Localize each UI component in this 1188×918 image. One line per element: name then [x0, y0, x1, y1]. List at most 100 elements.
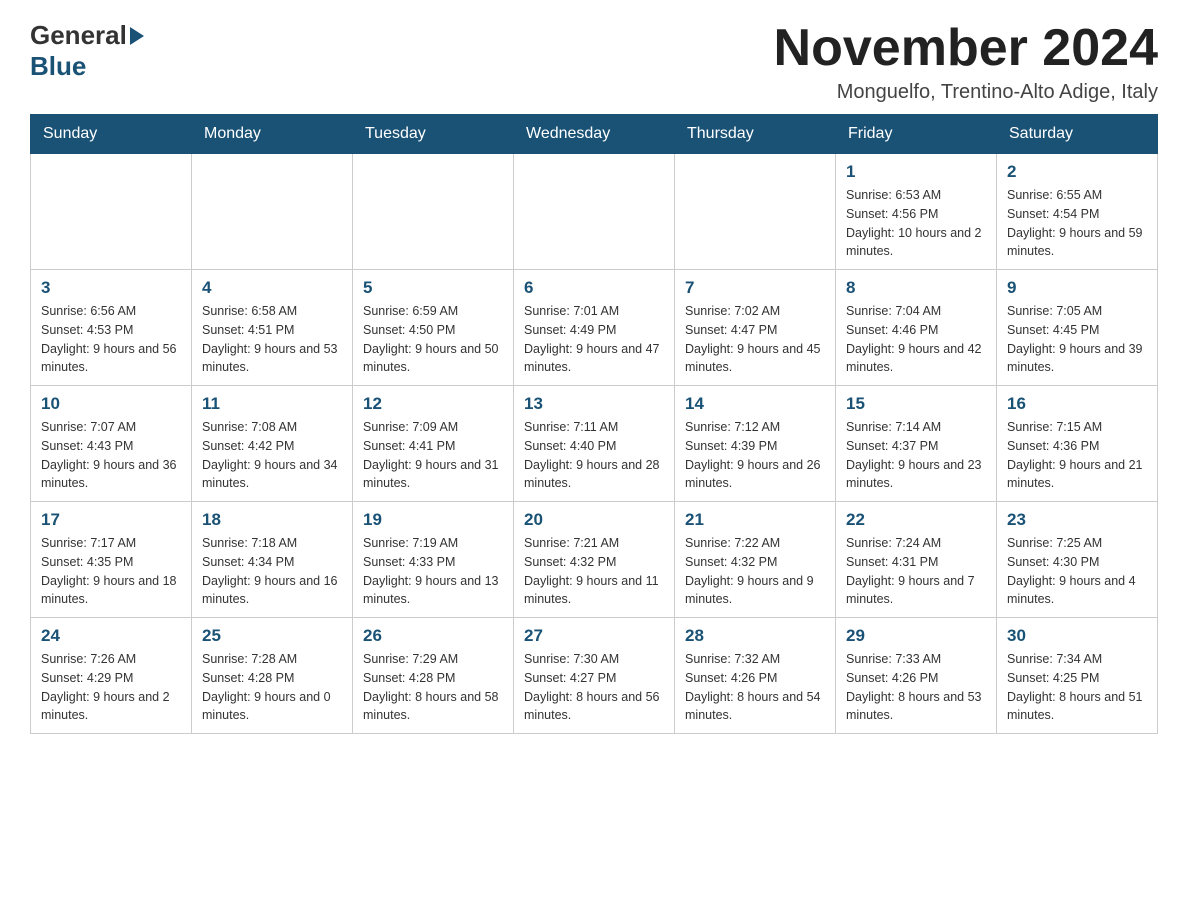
calendar-cell: 2 Sunrise: 6:55 AMSunset: 4:54 PMDaylight… [997, 154, 1158, 270]
day-info: Sunrise: 7:28 AMSunset: 4:28 PMDaylight:… [202, 650, 342, 725]
day-number: 12 [363, 394, 503, 414]
day-number: 26 [363, 626, 503, 646]
logo-general-text: General [30, 20, 146, 51]
weekday-header: Friday [836, 115, 997, 154]
calendar-cell: 1 Sunrise: 6:53 AMSunset: 4:56 PMDaylight… [836, 154, 997, 270]
calendar-cell: 26 Sunrise: 7:29 AMSunset: 4:28 PMDayligh… [353, 618, 514, 734]
day-info: Sunrise: 6:55 AMSunset: 4:54 PMDaylight:… [1007, 186, 1147, 261]
day-info: Sunrise: 6:56 AMSunset: 4:53 PMDaylight:… [41, 302, 181, 377]
month-title: November 2024 [774, 20, 1158, 77]
day-number: 1 [846, 162, 986, 182]
calendar-table: SundayMondayTuesdayWednesdayThursdayFrid… [30, 114, 1158, 734]
day-number: 10 [41, 394, 181, 414]
logo-triangle-icon [130, 27, 144, 45]
day-number: 9 [1007, 278, 1147, 298]
day-number: 2 [1007, 162, 1147, 182]
day-number: 27 [524, 626, 664, 646]
calendar-cell [31, 154, 192, 270]
calendar-cell: 17Sunrise: 7:17 AMSunset: 4:35 PMDayligh… [31, 502, 192, 618]
day-number: 5 [363, 278, 503, 298]
calendar-cell: 14 Sunrise: 7:12 AMSunset: 4:39 PMDayligh… [675, 386, 836, 502]
day-number: 19 [363, 510, 503, 530]
calendar-cell: 21 Sunrise: 7:22 AMSunset: 4:32 PMDayligh… [675, 502, 836, 618]
day-info: Sunrise: 7:22 AMSunset: 4:32 PMDaylight:… [685, 534, 825, 609]
calendar-cell: 4 Sunrise: 6:58 AMSunset: 4:51 PMDaylight… [192, 270, 353, 386]
day-number: 21 [685, 510, 825, 530]
calendar-cell: 20 Sunrise: 7:21 AMSunset: 4:32 PMDayligh… [514, 502, 675, 618]
calendar-cell: 7 Sunrise: 7:02 AMSunset: 4:47 PMDaylight… [675, 270, 836, 386]
calendar-cell: 8Sunrise: 7:04 AMSunset: 4:46 PMDaylight… [836, 270, 997, 386]
day-number: 20 [524, 510, 664, 530]
calendar-header-row: SundayMondayTuesdayWednesdayThursdayFrid… [31, 115, 1158, 154]
calendar-week-row: 10 Sunrise: 7:07 AMSunset: 4:43 PMDayligh… [31, 386, 1158, 502]
day-number: 7 [685, 278, 825, 298]
calendar-cell: 12 Sunrise: 7:09 AMSunset: 4:41 PMDayligh… [353, 386, 514, 502]
logo-blue-text: Blue [30, 51, 86, 82]
day-info: Sunrise: 7:21 AMSunset: 4:32 PMDaylight:… [524, 534, 664, 609]
day-number: 23 [1007, 510, 1147, 530]
calendar-cell: 22 Sunrise: 7:24 AMSunset: 4:31 PMDayligh… [836, 502, 997, 618]
weekday-header: Monday [192, 115, 353, 154]
day-info: Sunrise: 7:02 AMSunset: 4:47 PMDaylight:… [685, 302, 825, 377]
day-info: Sunrise: 7:07 AMSunset: 4:43 PMDaylight:… [41, 418, 181, 493]
day-info: Sunrise: 7:24 AMSunset: 4:31 PMDaylight:… [846, 534, 986, 609]
day-number: 25 [202, 626, 342, 646]
day-number: 14 [685, 394, 825, 414]
calendar-cell [192, 154, 353, 270]
day-info: Sunrise: 7:19 AMSunset: 4:33 PMDaylight:… [363, 534, 503, 609]
calendar-week-row: 1 Sunrise: 6:53 AMSunset: 4:56 PMDaylight… [31, 154, 1158, 270]
day-number: 16 [1007, 394, 1147, 414]
day-number: 28 [685, 626, 825, 646]
calendar-cell: 5 Sunrise: 6:59 AMSunset: 4:50 PMDaylight… [353, 270, 514, 386]
day-info: Sunrise: 6:53 AMSunset: 4:56 PMDaylight:… [846, 186, 986, 261]
day-info: Sunrise: 7:05 AMSunset: 4:45 PMDaylight:… [1007, 302, 1147, 377]
day-info: Sunrise: 7:29 AMSunset: 4:28 PMDaylight:… [363, 650, 503, 725]
location-label: Monguelfo, Trentino-Alto Adige, Italy [774, 81, 1158, 104]
day-number: 29 [846, 626, 986, 646]
calendar-cell: 27Sunrise: 7:30 AMSunset: 4:27 PMDayligh… [514, 618, 675, 734]
day-info: Sunrise: 7:33 AMSunset: 4:26 PMDaylight:… [846, 650, 986, 725]
page-header: General Blue November 2024 Monguelfo, Tr… [30, 20, 1158, 104]
calendar-week-row: 24 Sunrise: 7:26 AMSunset: 4:29 PMDayligh… [31, 618, 1158, 734]
calendar-cell: 30 Sunrise: 7:34 AMSunset: 4:25 PMDayligh… [997, 618, 1158, 734]
day-info: Sunrise: 7:34 AMSunset: 4:25 PMDaylight:… [1007, 650, 1147, 725]
day-info: Sunrise: 7:15 AMSunset: 4:36 PMDaylight:… [1007, 418, 1147, 493]
calendar-cell: 11Sunrise: 7:08 AMSunset: 4:42 PMDayligh… [192, 386, 353, 502]
weekday-header: Tuesday [353, 115, 514, 154]
calendar-cell: 10 Sunrise: 7:07 AMSunset: 4:43 PMDayligh… [31, 386, 192, 502]
day-info: Sunrise: 6:58 AMSunset: 4:51 PMDaylight:… [202, 302, 342, 377]
day-number: 22 [846, 510, 986, 530]
day-info: Sunrise: 7:12 AMSunset: 4:39 PMDaylight:… [685, 418, 825, 493]
calendar-cell [514, 154, 675, 270]
day-number: 4 [202, 278, 342, 298]
day-number: 18 [202, 510, 342, 530]
day-number: 3 [41, 278, 181, 298]
calendar-cell: 16 Sunrise: 7:15 AMSunset: 4:36 PMDayligh… [997, 386, 1158, 502]
calendar-cell: 25 Sunrise: 7:28 AMSunset: 4:28 PMDayligh… [192, 618, 353, 734]
day-number: 17 [41, 510, 181, 530]
day-info: Sunrise: 7:18 AMSunset: 4:34 PMDaylight:… [202, 534, 342, 609]
day-number: 11 [202, 394, 342, 414]
day-info: Sunrise: 7:01 AMSunset: 4:49 PMDaylight:… [524, 302, 664, 377]
calendar-cell [675, 154, 836, 270]
calendar-cell: 19 Sunrise: 7:19 AMSunset: 4:33 PMDayligh… [353, 502, 514, 618]
day-info: Sunrise: 6:59 AMSunset: 4:50 PMDaylight:… [363, 302, 503, 377]
calendar-cell [353, 154, 514, 270]
calendar-cell: 28Sunrise: 7:32 AMSunset: 4:26 PMDayligh… [675, 618, 836, 734]
logo: General Blue [30, 20, 146, 82]
calendar-cell: 23Sunrise: 7:25 AMSunset: 4:30 PMDayligh… [997, 502, 1158, 618]
weekday-header: Saturday [997, 115, 1158, 154]
day-info: Sunrise: 7:26 AMSunset: 4:29 PMDaylight:… [41, 650, 181, 725]
calendar-cell: 29 Sunrise: 7:33 AMSunset: 4:26 PMDayligh… [836, 618, 997, 734]
calendar-cell: 9 Sunrise: 7:05 AMSunset: 4:45 PMDaylight… [997, 270, 1158, 386]
weekday-header: Sunday [31, 115, 192, 154]
day-number: 30 [1007, 626, 1147, 646]
calendar-week-row: 3 Sunrise: 6:56 AMSunset: 4:53 PMDaylight… [31, 270, 1158, 386]
calendar-cell: 3 Sunrise: 6:56 AMSunset: 4:53 PMDaylight… [31, 270, 192, 386]
calendar-cell: 6Sunrise: 7:01 AMSunset: 4:49 PMDaylight… [514, 270, 675, 386]
day-info: Sunrise: 7:09 AMSunset: 4:41 PMDaylight:… [363, 418, 503, 493]
day-info: Sunrise: 7:14 AMSunset: 4:37 PMDaylight:… [846, 418, 986, 493]
calendar-cell: 18 Sunrise: 7:18 AMSunset: 4:34 PMDayligh… [192, 502, 353, 618]
day-number: 24 [41, 626, 181, 646]
calendar-cell: 24 Sunrise: 7:26 AMSunset: 4:29 PMDayligh… [31, 618, 192, 734]
